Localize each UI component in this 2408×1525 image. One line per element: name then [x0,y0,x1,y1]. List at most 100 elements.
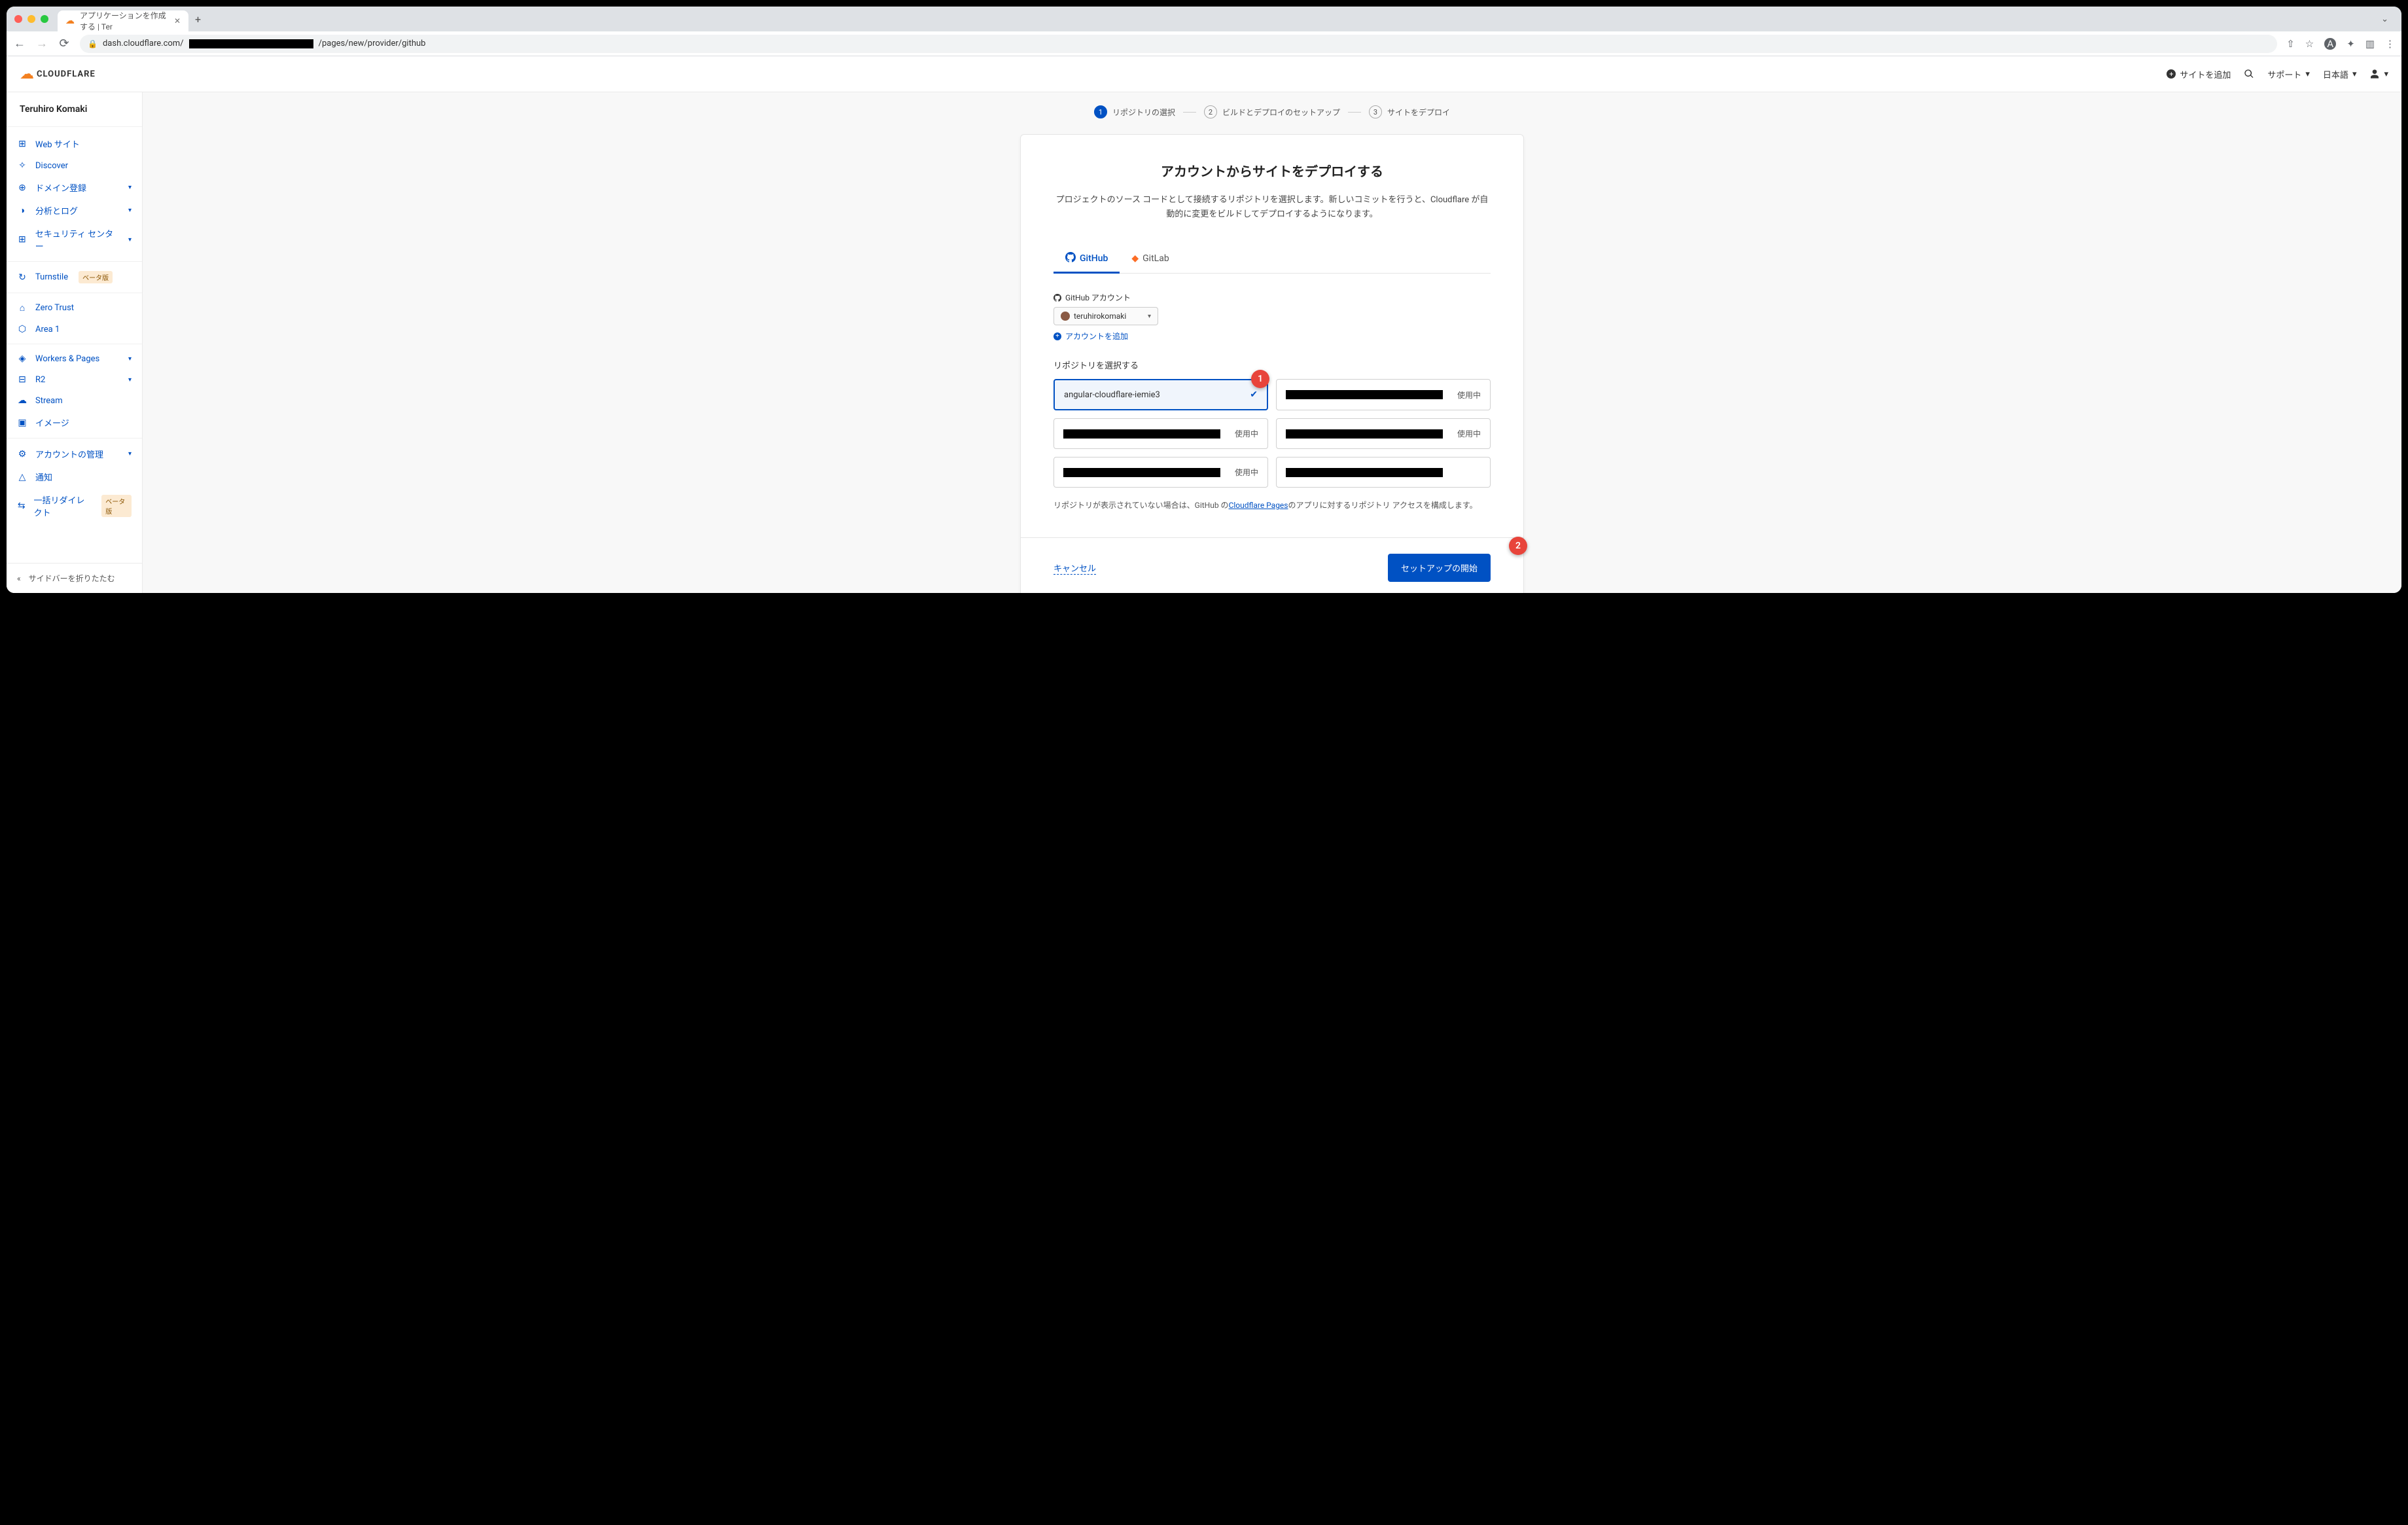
refresh-icon: ↻ [17,272,27,283]
step-2[interactable]: 2 ビルドとデプロイのセットアップ [1204,105,1340,118]
cloudflare-pages-link[interactable]: Cloudflare Pages [1229,501,1288,510]
back-button[interactable]: ← [13,37,26,50]
divider [7,438,142,439]
tab-overflow-icon[interactable]: ⌄ [2376,14,2394,24]
sidebar-item-label: Turnstile [35,272,68,282]
search-button[interactable] [2244,69,2254,79]
chevron-down-icon: ▾ [128,355,132,363]
minimize-window-icon[interactable] [27,15,35,23]
github-account-label: GitHub アカウント [1054,292,1491,303]
repo-name: angular-cloudflare-iemie3 [1064,390,1160,400]
hex-icon: ⬡ [17,324,27,334]
sidebar-item-zerotrust[interactable]: ⌂ Zero Trust [7,297,142,319]
chevron-down-icon: ▾ [128,207,132,214]
check-icon: ✔ [1250,389,1258,400]
url-host: dash.cloudflare.com/ [103,39,184,48]
sidebar-item-label: セキュリティ センター [35,227,120,252]
repo-item[interactable]: 使用中 [1054,457,1268,488]
step-connector [1348,112,1361,113]
github-account-select[interactable]: teruhirokomaki ▾ [1054,307,1158,325]
browser-window: ☁ アプリケーションを作成する | Ter ✕ + ⌄ ← → ⟳ 🔒 dash… [7,7,2401,593]
sidebar-item-domains[interactable]: ⊕ ドメイン登録 ▾ [7,176,142,199]
cloudflare-logo[interactable]: ☁ CLOUDFLARE [20,66,96,82]
sidebar-item-area1[interactable]: ⬡ Area 1 [7,319,142,340]
maximize-window-icon[interactable] [41,15,48,23]
callout-2: 2 [1509,537,1527,555]
add-account-label: アカウントを追加 [1065,331,1128,342]
close-tab-icon[interactable]: ✕ [174,16,181,26]
extensions-icon[interactable]: ✦ [2346,38,2355,50]
repo-item[interactable]: 使用中 [1276,418,1491,449]
divider [7,261,142,262]
sidebar-item-images[interactable]: ▣ イメージ [7,411,142,434]
reload-button[interactable]: ⟳ [58,37,71,50]
in-use-label: 使用中 [1457,389,1481,401]
tab-gitlab[interactable]: ◆ GitLab [1120,245,1180,274]
collapse-sidebar-button[interactable]: « サイドバーを折りたたむ [7,563,142,593]
close-window-icon[interactable] [14,15,22,23]
bulb-icon: ✧ [17,160,27,171]
account-value: teruhirokomaki [1074,312,1126,321]
step-3[interactable]: 3 サイトをデプロイ [1369,105,1450,118]
sidebar-item-r2[interactable]: ⊟ R2 ▾ [7,369,142,390]
step-label: リポジトリの選択 [1112,107,1175,118]
repo-grid: 1 angular-cloudflare-iemie3 ✔ 使用中 使用中 [1054,379,1491,488]
house-icon: ⌂ [17,302,27,314]
cancel-button[interactable]: キャンセル [1054,562,1096,575]
sidebar-item-label: 通知 [35,471,52,483]
account-name[interactable]: Teruhiro Komaki [7,92,142,127]
sidebar-item-label: Area 1 [35,325,60,334]
new-tab-button[interactable]: + [188,13,207,26]
add-site-label: サイトを追加 [2180,68,2231,81]
tab-title: アプリケーションを作成する | Ter [80,10,169,32]
add-account-link[interactable]: + アカウントを追加 [1054,331,1491,342]
sidebar-item-account-mgmt[interactable]: ⚙ アカウントの管理 ▾ [7,442,142,465]
sidebar-item-turnstile[interactable]: ↻ Turnstile ベータ版 [7,266,142,289]
sidebar-item-label: イメージ [35,416,69,429]
image-icon: ▣ [17,418,27,428]
gitlab-icon: ◆ [1131,253,1139,264]
user-menu[interactable]: ▾ [2369,69,2388,79]
sidebar-item-websites[interactable]: ⊞ Web サイト [7,132,142,155]
support-dropdown[interactable]: サポート ▾ [2267,68,2310,81]
language-dropdown[interactable]: 日本語 ▾ [2323,68,2357,81]
sidebar-item-stream[interactable]: ☁ Stream [7,390,142,411]
repo-item[interactable] [1276,457,1491,488]
address-bar[interactable]: 🔒 dash.cloudflare.com//pages/new/provide… [80,35,2277,53]
extension-badge-icon[interactable]: A [2324,38,2336,50]
begin-setup-button[interactable]: セットアップの開始 [1388,554,1491,582]
callout-1: 1 [1251,370,1269,388]
repo-item[interactable]: 使用中 [1276,379,1491,410]
browser-tab[interactable]: ☁ アプリケーションを作成する | Ter ✕ [58,10,188,31]
repo-item-selected[interactable]: angular-cloudflare-iemie3 ✔ [1054,379,1268,410]
bell-icon: △ [17,472,27,482]
forward-button[interactable]: → [35,37,48,50]
repo-item[interactable]: 使用中 [1054,418,1268,449]
reading-list-icon[interactable]: ▥ [2365,38,2375,50]
user-icon [2369,69,2380,79]
sidebar-item-label: 一括リダイレクト [34,493,92,518]
sidebar-item-workers-pages[interactable]: ◈ Workers & Pages ▾ [7,348,142,369]
sidebar-item-discover[interactable]: ✧ Discover [7,155,142,176]
sidebar-item-label: アカウントの管理 [35,448,103,460]
step-label: サイトをデプロイ [1387,107,1450,118]
step-number: 1 [1094,105,1107,118]
app-header: ☁ CLOUDFLARE + サイトを追加 サポート ▾ 日本語 ▾ ▾ [7,56,2401,92]
stepper: 1 リポジトリの選択 2 ビルドとデプロイのセットアップ 3 サイトをデプロイ [162,105,2382,118]
language-label: 日本語 [2323,68,2348,81]
avatar-icon [1061,312,1070,321]
globe-icon: ⊕ [17,183,27,193]
sidebar-item-bulk-redirect[interactable]: ⇆ 一括リダイレクト ベータ版 [7,488,142,524]
sidebar-item-label: R2 [35,375,45,385]
bookmark-icon[interactable]: ☆ [2305,38,2314,50]
lock-icon: 🔒 [88,39,97,48]
share-icon[interactable]: ⇧ [2286,38,2295,50]
browser-menu-icon[interactable]: ⋮ [2385,38,2395,50]
tab-github[interactable]: GitHub [1054,245,1120,274]
chevron-down-icon: ▾ [128,450,132,458]
step-1[interactable]: 1 リポジトリの選択 [1094,105,1175,118]
sidebar-item-analytics[interactable]: ◑ 分析とログ ▾ [7,199,142,222]
add-site-button[interactable]: + サイトを追加 [2167,68,2231,81]
sidebar-item-security[interactable]: ⊞ セキュリティ センター ▾ [7,222,142,257]
sidebar-item-notifications[interactable]: △ 通知 [7,465,142,488]
